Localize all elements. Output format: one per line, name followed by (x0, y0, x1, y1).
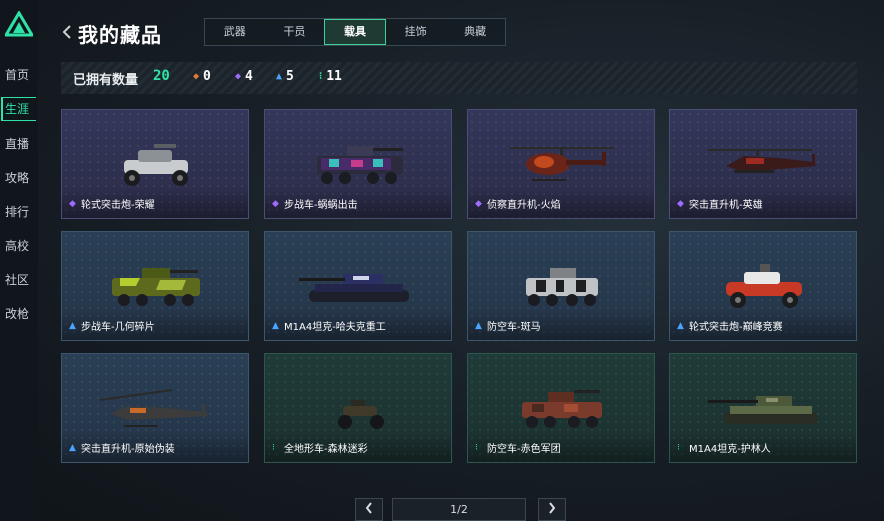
aa-vehicle-image (526, 268, 598, 306)
vehicle-name: 步战车-蜗蜗出击 (284, 200, 358, 211)
tab-charms[interactable]: 挂饰 (386, 19, 446, 45)
tab-operators[interactable]: 干员 (265, 19, 325, 45)
green-rarity-icon: ⁝ (272, 443, 275, 453)
vehicle-card[interactable]: ▲ M1A4坦克-哈夫克重工 (264, 231, 452, 341)
sidebar-item-ranking[interactable]: 排行 (5, 202, 35, 222)
rarity-blue-count: ▲ 5 (276, 69, 294, 84)
rarity-purple-value: 4 (245, 69, 253, 84)
orange-diamond-icon: ◆ (193, 71, 200, 82)
tank-image (708, 396, 818, 424)
sidebar: 首页 生涯 直播 攻略 排行 高校 社区 改枪 (0, 0, 38, 521)
atv-image (338, 400, 384, 429)
next-page-button[interactable] (538, 498, 566, 521)
purple-rarity-icon: ◆ (677, 199, 684, 209)
blue-rarity-icon: ▲ (677, 321, 684, 331)
sidebar-item-career[interactable]: 生涯 (5, 99, 35, 119)
chevron-right-icon (549, 502, 556, 514)
vehicle-card[interactable]: ◆ 侦察直升机-火焰 (467, 109, 655, 219)
vehicle-card[interactable]: ▲ 步战车-几何碎片 (61, 231, 249, 341)
sidebar-item-gun-mod[interactable]: 改枪 (5, 304, 35, 324)
chevron-left-icon (365, 502, 372, 514)
vehicle-card[interactable]: ◆ 步战车-蜗蜗出击 (264, 109, 452, 219)
sidebar-item-home[interactable]: 首页 (5, 65, 35, 85)
green-rarity-icon: ⁝ (677, 443, 680, 453)
owned-summary-bar: 已拥有数量 20 ◆ 0 ◆ 4 ▲ 5 ⁝ 11 (61, 62, 857, 94)
blue-rarity-icon: ▲ (475, 321, 482, 331)
app-logo-icon[interactable] (5, 11, 33, 37)
rarity-orange-count: ◆ 0 (193, 69, 211, 84)
vehicle-name: M1A4坦克-护林人 (689, 444, 771, 455)
back-chevron-icon[interactable] (60, 22, 74, 42)
rarity-purple-count: ◆ 4 (235, 69, 253, 84)
tank-image (299, 274, 409, 302)
vehicle-name: 防空车-斑马 (487, 322, 541, 333)
vehicle-name: M1A4坦克-哈夫克重工 (284, 322, 386, 333)
collection-tabs: 武器 干员 载具 挂饰 典藏 (204, 18, 506, 46)
attack-helicopter-image (99, 389, 208, 427)
vehicle-name: 防空车-赤色军团 (487, 444, 561, 455)
vehicle-name: 突击直升机-英雄 (689, 200, 763, 211)
attack-helicopter-image (708, 149, 816, 173)
tab-vehicles[interactable]: 载具 (324, 19, 386, 45)
vehicle-card[interactable]: ⁝ 防空车-赤色军团 (467, 353, 655, 463)
vehicle-card[interactable]: ⁝ 全地形车-森林迷彩 (264, 353, 452, 463)
purple-rarity-icon: ◆ (272, 199, 279, 209)
sidebar-item-community[interactable]: 社区 (5, 270, 35, 290)
buggy-image (124, 144, 188, 186)
purple-rarity-icon: ◆ (69, 199, 76, 209)
rarity-green-count: ⁝ 11 (319, 69, 342, 84)
vehicle-name: 全地形车-森林迷彩 (284, 444, 368, 455)
tab-weapons[interactable]: 武器 (205, 19, 265, 45)
rarity-orange-value: 0 (203, 69, 211, 84)
vehicle-name: 侦察直升机-火焰 (487, 200, 561, 211)
vehicle-card[interactable]: ◆ 突击直升机-英雄 (669, 109, 857, 219)
owned-count: 20 (153, 68, 170, 84)
vehicle-card[interactable]: ▲ 防空车-斑马 (467, 231, 655, 341)
blue-rarity-icon: ▲ (69, 443, 76, 453)
vehicle-card[interactable]: ⁝ M1A4坦克-护林人 (669, 353, 857, 463)
scout-helicopter-image (510, 147, 614, 181)
rarity-blue-value: 5 (286, 69, 294, 84)
green-diamond-icon: ⁝ (319, 71, 323, 82)
page-indicator: 1/2 (392, 498, 526, 521)
aa-vehicle-image (522, 390, 602, 428)
sidebar-item-university[interactable]: 高校 (5, 236, 35, 256)
vehicle-name: 步战车-几何碎片 (81, 322, 155, 333)
owned-label: 已拥有数量 (73, 73, 139, 88)
vehicle-card[interactable]: ▲ 轮式突击炮-巅峰竞赛 (669, 231, 857, 341)
vehicle-card[interactable]: ▲ 突击直升机-原始伪装 (61, 353, 249, 463)
ifv-image (112, 268, 200, 306)
blue-diamond-icon: ▲ (276, 71, 283, 82)
sidebar-item-guide[interactable]: 攻略 (5, 168, 35, 188)
vehicle-card[interactable]: ◆ 轮式突击炮-荣耀 (61, 109, 249, 219)
rarity-green-value: 11 (326, 69, 342, 84)
page-title: 我的藏品 (78, 23, 162, 47)
green-rarity-icon: ⁝ (475, 443, 478, 453)
purple-diamond-icon: ◆ (235, 71, 242, 82)
vehicle-name: 突击直升机-原始伪装 (81, 444, 175, 455)
vehicle-name: 轮式突击炮-巅峰竞赛 (689, 322, 783, 333)
buggy-image (726, 264, 802, 308)
ifv-image (317, 146, 403, 184)
vehicle-name: 轮式突击炮-荣耀 (81, 200, 155, 211)
sidebar-item-live[interactable]: 直播 (5, 134, 35, 154)
tab-collection[interactable]: 典藏 (445, 19, 505, 45)
prev-page-button[interactable] (355, 498, 383, 521)
blue-rarity-icon: ▲ (272, 321, 279, 331)
purple-rarity-icon: ◆ (475, 199, 482, 209)
blue-rarity-icon: ▲ (69, 321, 76, 331)
